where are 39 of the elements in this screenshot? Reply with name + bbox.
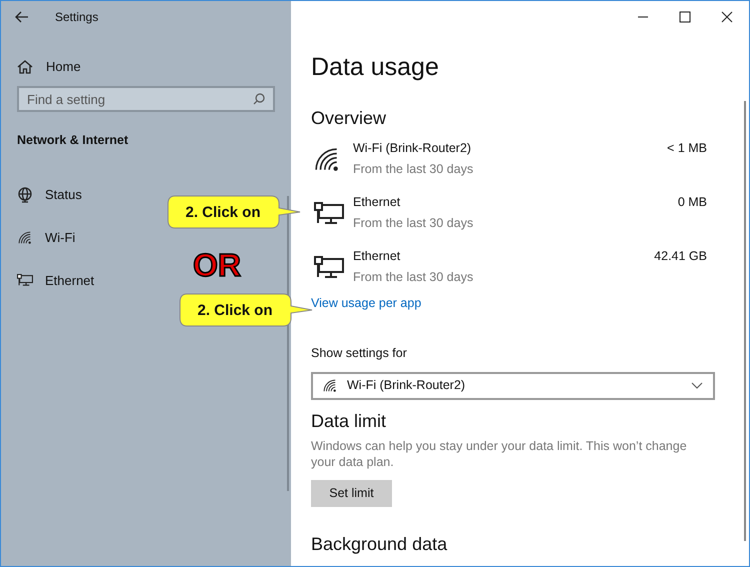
nav-label: Wi-Fi xyxy=(45,229,76,247)
usage-amount: < 1 MB xyxy=(667,140,707,157)
chevron-down-icon xyxy=(691,382,703,390)
nav-label: Status xyxy=(45,186,82,204)
usage-amount: 0 MB xyxy=(678,194,707,211)
maximize-icon[interactable] xyxy=(679,11,691,23)
wifi-icon xyxy=(314,147,340,173)
connection-name: Ethernet xyxy=(353,248,402,265)
wifi-icon xyxy=(323,378,337,392)
page-title: Data usage xyxy=(311,52,440,83)
view-usage-link[interactable]: View usage per app xyxy=(311,294,422,313)
show-settings-label: Show settings for xyxy=(311,344,408,362)
window-title: Settings xyxy=(55,9,98,26)
connection-period: From the last 30 days xyxy=(353,214,474,232)
background-data-heading: Background data xyxy=(311,532,448,556)
section-heading: Network & Internet xyxy=(16,132,130,149)
connection-period: From the last 30 days xyxy=(353,160,474,178)
wifi-icon xyxy=(18,230,32,245)
network-dropdown[interactable]: Wi-Fi (Brink-Router2) xyxy=(311,372,715,400)
back-arrow-icon[interactable] xyxy=(15,11,29,23)
data-limit-description: Windows can help you stay under your data limit. This won’t change your data plan. xyxy=(311,438,688,470)
ethernet-icon xyxy=(17,274,33,288)
search-icon xyxy=(253,93,265,105)
connection-name: Ethernet xyxy=(353,194,402,211)
nav-label: Ethernet xyxy=(45,272,94,290)
globe-icon xyxy=(17,186,33,203)
home-link[interactable]: Home xyxy=(46,57,81,77)
connection-name: Wi-Fi (Brink-Router2) xyxy=(353,140,472,157)
data-limit-heading: Data limit xyxy=(311,410,388,432)
ethernet-icon xyxy=(314,256,344,280)
overview-heading: Overview xyxy=(311,107,388,130)
callout-bubble: 2. Click on xyxy=(167,195,301,229)
search-field[interactable]: Find a setting xyxy=(17,86,275,112)
close-icon[interactable] xyxy=(721,11,733,23)
home-icon xyxy=(17,59,33,75)
set-limit-button[interactable]: Set limit xyxy=(311,480,392,506)
usage-amount: 42.41 GB xyxy=(654,248,707,265)
ethernet-icon xyxy=(314,202,344,226)
connection-period: From the last 30 days xyxy=(353,268,474,286)
